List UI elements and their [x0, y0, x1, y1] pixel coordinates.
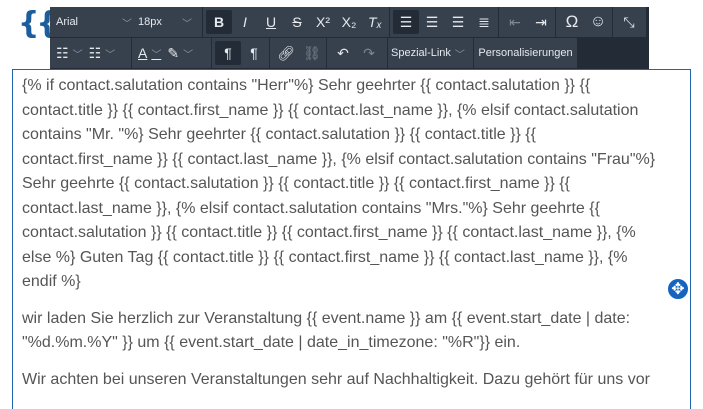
editor-toolbar: Arial ﹀ 18px ﹀ B I U S X² X₂ Tₓ ☰ ☰ ☰ ≣ ⇤ ⇥ Ω ☺ …	[50, 7, 649, 69]
text-line: contact.first_name }} {{ contact.last_na…	[22, 150, 656, 168]
chevron-down-icon: ﹀	[182, 18, 192, 30]
text-line: contact.salutation }} {{ contact.title }…	[22, 224, 636, 241]
text-line: {% if contact.salutation contains "Herr"…	[22, 77, 591, 94]
underline-button[interactable]: U	[258, 10, 284, 34]
minimize-group: ⤡	[613, 7, 646, 37]
font-size-select[interactable]: 18px ﹀	[135, 10, 195, 34]
text-line: wir laden Sie herzlich zur Veranstaltung…	[22, 309, 631, 327]
font-size-value: 18px	[138, 16, 162, 28]
font-family-value: Arial	[56, 16, 79, 28]
align-center-button[interactable]: ☰	[419, 10, 445, 34]
paragraph-sustainability: Wir achten bei unseren Veranstaltungen s…	[22, 368, 690, 393]
outdent-icon[interactable]: ⇤	[502, 10, 528, 34]
paragraph-salutation: {% if contact.salutation contains "Herr"…	[22, 74, 690, 295]
italic-button[interactable]: I	[232, 10, 258, 34]
bullet-list-icon[interactable]: ☷ ﹀	[86, 41, 119, 65]
subscript-button[interactable]: X₂	[336, 10, 362, 34]
format-group: B I U S X² X₂ Tₓ	[203, 7, 389, 37]
font-family-select[interactable]: Arial ﹀	[53, 10, 135, 34]
highlight-color-icon[interactable]: ✎ ﹀	[164, 41, 196, 65]
chevron-down-icon: ﹀	[122, 18, 132, 30]
text-line: contact.title }} {{ contact.first_name }…	[22, 101, 639, 119]
clear-format-button[interactable]: Tₓ	[362, 10, 388, 34]
indent-group: ⇤ ⇥	[499, 7, 555, 37]
chevron-down-icon: ﹀	[454, 49, 465, 61]
text-line: endif %}	[22, 273, 81, 290]
history-group: ↶ ↷	[327, 38, 387, 68]
undo-icon[interactable]: ↶	[330, 41, 356, 65]
insert-group: Ω ☺	[556, 7, 612, 37]
personalisierungen-button[interactable]: Personalisierungen	[474, 38, 577, 68]
link-group: 🔗︎ ⛓︎	[270, 38, 326, 68]
unlink-icon[interactable]: ⛓︎	[299, 41, 325, 65]
list-group: ☷ ﹀ ☷ ﹀	[50, 38, 131, 68]
align-right-button[interactable]: ☰	[445, 10, 471, 34]
numbered-list-icon[interactable]: ☷ ﹀	[53, 41, 86, 65]
strikethrough-button[interactable]: S	[284, 10, 310, 34]
text-line: contains "Mr. "%} Sehr geehrter {{ conta…	[22, 126, 536, 143]
bold-button[interactable]: B	[206, 10, 232, 34]
link-icon[interactable]: 🔗︎	[273, 41, 299, 65]
text-line: contact.last_name }}, {% elsif contact.s…	[22, 199, 600, 217]
emoji-icon[interactable]: ☺	[585, 10, 611, 34]
editor-content[interactable]: {% if contact.salutation contains "Herr"…	[12, 69, 691, 409]
rtl-icon[interactable]: ¶	[241, 41, 267, 65]
personalisierungen-label: Personalisierungen	[478, 47, 573, 59]
move-handle-icon[interactable]: ✥	[666, 277, 690, 301]
align-group: ☰ ☰ ☰ ≣	[390, 7, 498, 37]
align-left-button[interactable]: ☰	[393, 10, 419, 34]
justify-button[interactable]: ≣	[471, 10, 497, 34]
superscript-button[interactable]: X²	[310, 10, 336, 34]
indent-icon[interactable]: ⇥	[528, 10, 554, 34]
spezial-link-label: Spezial-Link	[391, 47, 451, 59]
direction-group: ¶ ¶	[212, 38, 269, 68]
text-line: Wir achten bei unseren Veranstaltungen s…	[22, 370, 650, 388]
text-line: else %} Guten Tag {{ contact.title }} {{…	[22, 248, 628, 266]
redo-icon[interactable]: ↷	[356, 41, 382, 65]
color-group: A ﹀ ✎ ﹀	[132, 38, 211, 68]
minimize-icon[interactable]: ⤡	[616, 10, 642, 34]
paragraph-invitation: wir laden Sie herzlich zur Veranstaltung…	[22, 307, 690, 356]
text-line: "%d.%m.%Y" }} um {{ event.start_date | d…	[22, 334, 521, 351]
text-color-icon[interactable]: A ﹀	[135, 41, 164, 65]
ltr-icon[interactable]: ¶	[215, 41, 241, 65]
text-line: Sehr geehrte {{ contact.salutation }} {{…	[22, 175, 570, 192]
spezial-link-dropdown[interactable]: Spezial-Link ﹀	[388, 38, 473, 68]
font-group: Arial ﹀ 18px ﹀	[50, 7, 202, 37]
special-char-icon[interactable]: Ω	[559, 10, 585, 34]
